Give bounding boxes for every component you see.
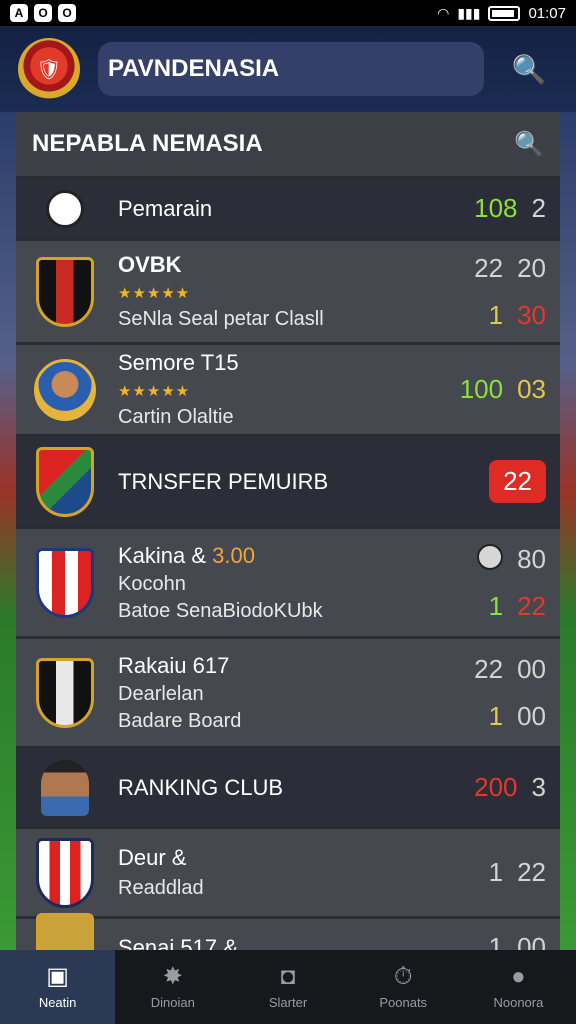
list-item[interactable]: Pemarain 108 2 [16, 176, 560, 238]
nav-label: Poonats [379, 994, 428, 1010]
ball-icon [477, 543, 504, 570]
item-title: Rakaiu 617 [118, 652, 230, 678]
item-title: OVBK [118, 252, 182, 277]
item-score: 100 [459, 374, 504, 404]
search-icon: 🔍 [511, 53, 547, 85]
nav-label: Noonora [493, 994, 544, 1010]
club-shield-icon [30, 256, 100, 327]
nav-item-dinoian[interactable]: ✸ Dinoian [115, 950, 230, 1024]
item-stat: 22 [474, 252, 504, 283]
nav-label: Dinoian [150, 994, 195, 1010]
player-avatar [30, 355, 100, 425]
item-score: 1 [488, 932, 504, 950]
home-icon: ▣ [46, 962, 69, 990]
list-item[interactable]: RANKING CLUB 200 3 [16, 746, 560, 826]
item-rank: 3 [531, 772, 546, 802]
star-badge-icon: ✸ [162, 962, 183, 990]
item-rank: 00 [517, 932, 546, 950]
item-stat: 22 [474, 653, 504, 684]
item-detail: Badare Board [118, 709, 242, 732]
list-item[interactable]: Kakina & 3.00 Kocohn Batoe SenaBiodoKUbk… [16, 526, 560, 636]
search-input-text: PAVNDENASIA [108, 55, 280, 82]
item-title: Pemarain [118, 195, 213, 221]
list-item[interactable]: Semore T15 ★★★★★ Cartin Olaltie 100 03 [16, 342, 560, 434]
nav-item-slarter[interactable]: ◘ Slarter [230, 950, 345, 1024]
item-stat: 22 [517, 590, 546, 621]
clock-icon: ◘ [280, 962, 296, 990]
count-badge: 22 [489, 460, 546, 503]
club-shield-icon [30, 547, 100, 618]
list-item[interactable]: Senai 517 & 1 00 [16, 912, 560, 951]
item-subtitle: Kocohn [118, 572, 186, 595]
status-bar: A O O ◠ ▮▮▮ 01:07 [0, 0, 576, 26]
club-list-panel: NEPABLA NEMASIA 🔍 Pemarain 108 2 OVBK ★★… [16, 112, 560, 950]
football-icon [30, 181, 100, 237]
item-stat: 80 [517, 543, 546, 574]
item-stat: 00 [517, 653, 546, 684]
club-shield-icon [30, 912, 100, 950]
nav-item-noonora[interactable]: ● Noonora [461, 950, 576, 1024]
notification-icon: O [34, 4, 52, 22]
item-stat: 1 [488, 299, 504, 330]
stopwatch-icon: ⏱ [393, 962, 413, 990]
list-item[interactable]: Deur & Readdlad 1 22 [16, 826, 560, 916]
item-rank: 2 [531, 193, 546, 223]
rating-stars: ★★★★★ [118, 285, 191, 302]
notification-icon: O [58, 4, 76, 22]
panel-title-bar: NEPABLA NEMASIA 🔍 [16, 112, 560, 176]
item-rank: 03 [517, 374, 546, 404]
item-title: Deur & [118, 845, 187, 870]
item-title: Senai 517 & [118, 934, 238, 951]
wifi-icon: ◠ [437, 4, 450, 21]
item-subtitle: SeNla Seal petar Clasll [118, 308, 324, 330]
item-stat: 20 [517, 252, 546, 283]
nav-label: Neatin [38, 994, 77, 1010]
transfer-crest-icon [30, 446, 100, 517]
signal-icon: ▮▮▮ [457, 4, 481, 21]
player-avatar [30, 753, 100, 823]
item-subtitle: Dearlelan [118, 682, 204, 705]
nav-item-poonats[interactable]: ⏱ Poonats [346, 950, 461, 1024]
club-shield-icon [30, 837, 100, 908]
notification-icon: A [10, 4, 28, 22]
battery-icon [488, 5, 521, 21]
item-title: RANKING CLUB [118, 774, 284, 800]
item-price: 3.00 [212, 542, 255, 568]
status-icons: A O O [10, 4, 76, 22]
item-stat: 1 [488, 590, 504, 621]
nav-item-home[interactable]: ▣ Neatin [0, 950, 116, 1024]
item-score: 200 [474, 772, 518, 802]
bottom-navigation: ▣ Neatin ✸ Dinoian ◘ Slarter ⏱ Poonats ●… [0, 950, 576, 1024]
app-header: 🛡 PAVNDENASIA 🔍 [0, 26, 576, 112]
item-title: Kakina & [118, 542, 213, 568]
status-time: 01:07 [528, 4, 566, 22]
list-item[interactable]: TRNSFER PEMUIRB 22 [16, 434, 560, 526]
rating-stars: ★★★★★ [118, 383, 191, 400]
user-icon: ● [511, 962, 526, 990]
item-subtitle: Readdlad [118, 877, 204, 899]
search-input[interactable]: PAVNDENASIA [98, 42, 484, 96]
item-detail: Batoe SenaBiodoKUbk [118, 599, 323, 622]
item-subtitle: Cartin Olaltie [118, 406, 234, 428]
page-title: NEPABLA NEMASIA [32, 130, 263, 157]
club-shield-icon [30, 657, 100, 728]
club-crest-icon[interactable]: 🛡 [18, 38, 80, 100]
item-rank: 22 [517, 857, 546, 887]
item-title: Semore T15 [118, 350, 239, 375]
list-item[interactable]: Rakaiu 617 Dearlelan Badare Board 22 00 … [16, 636, 560, 746]
nav-label: Slarter [268, 994, 308, 1010]
item-title: TRNSFER PEMUIRB [118, 468, 329, 494]
item-stat: 30 [517, 299, 546, 330]
item-stat: 1 [488, 700, 504, 731]
search-button[interactable]: 🔍 [502, 42, 556, 96]
status-right: ◠ ▮▮▮ 01:07 [437, 5, 566, 22]
item-score: 108 [474, 193, 518, 223]
list-item[interactable]: OVBK ★★★★★ SeNla Seal petar Clasll 22 20… [16, 238, 560, 342]
item-stat: 00 [517, 700, 546, 731]
item-score: 1 [488, 857, 504, 887]
search-icon[interactable]: 🔍 [514, 130, 544, 159]
